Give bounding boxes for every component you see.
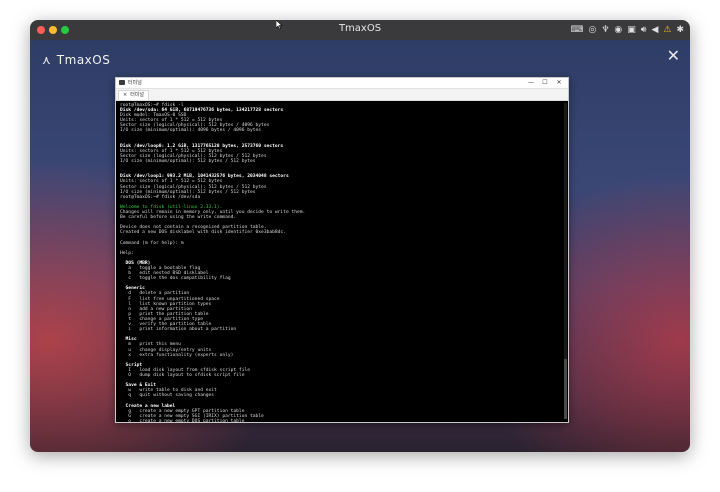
speaker-icon[interactable]: 🔊︎	[641, 23, 647, 37]
display-icon[interactable]: ▣	[627, 23, 636, 37]
window-titlebar[interactable]: TmaxOS ⌨ ◎ ♆ ◉ ▣ 🔊︎ ◀ ⚠ ✱	[30, 20, 690, 40]
record-icon[interactable]: ◉	[614, 23, 622, 37]
terminal-scrollbar[interactable]	[564, 103, 567, 419]
tmaxos-logo-icon: ⋏	[42, 53, 51, 67]
maximize-icon[interactable]: ☐	[538, 78, 552, 88]
terminal-text: root@TmaxOS:~# fdisk -l Disk /dev/sda: 64…	[120, 103, 305, 422]
tab-close-icon[interactable]: ×	[123, 91, 127, 100]
terminal-output[interactable]: root@TmaxOS:~# fdisk -l Disk /dev/sda: 64…	[116, 101, 568, 422]
minimize-icon[interactable]: —	[524, 78, 538, 88]
system-tray: ⌨ ◎ ♆ ◉ ▣ 🔊︎ ◀ ⚠ ✱	[570, 23, 684, 37]
tmaxos-logo-text: TmaxOS	[56, 53, 111, 67]
keyboard-icon[interactable]: ⌨	[570, 23, 583, 37]
arrow-left-icon[interactable]: ◀	[651, 23, 658, 37]
settings-icon[interactable]: ✱	[676, 23, 684, 37]
tmaxos-vm-window: TmaxOS ⌨ ◎ ♆ ◉ ▣ 🔊︎ ◀ ⚠ ✱ ⋏ TmaxOS ✕ 터미널…	[30, 20, 690, 452]
terminal-tab-bar: × 터미널	[116, 89, 568, 101]
terminal-window: 터미널 — ☐ ✕ × 터미널 root@TmaxOS:~# fdisk -l D…	[115, 77, 569, 423]
terminal-line: Created a new DOS disklabel with disk id…	[120, 230, 286, 236]
close-icon[interactable]: ✕	[667, 48, 680, 64]
usb-icon[interactable]: ♆	[601, 23, 609, 37]
close-icon[interactable]: ✕	[552, 78, 566, 88]
terminal-app-icon	[119, 80, 125, 85]
warning-icon[interactable]: ⚠	[663, 23, 671, 37]
terminal-window-controls: — ☐ ✕	[524, 78, 566, 88]
desktop: ⋏ TmaxOS ✕ 터미널 — ☐ ✕ × 터미널 root@TmaxOS:~…	[30, 40, 690, 452]
terminal-line: o create a new empty DOS partition table	[120, 418, 245, 422]
terminal-tab[interactable]: × 터미널	[118, 90, 150, 100]
globe-icon[interactable]: ◎	[588, 23, 596, 37]
terminal-title: 터미널	[128, 80, 142, 86]
scrollbar-thumb[interactable]	[564, 359, 567, 419]
tmaxos-logo: ⋏ TmaxOS	[42, 53, 110, 67]
tab-label: 터미널	[130, 92, 145, 98]
terminal-titlebar[interactable]: 터미널 — ☐ ✕	[116, 78, 568, 89]
